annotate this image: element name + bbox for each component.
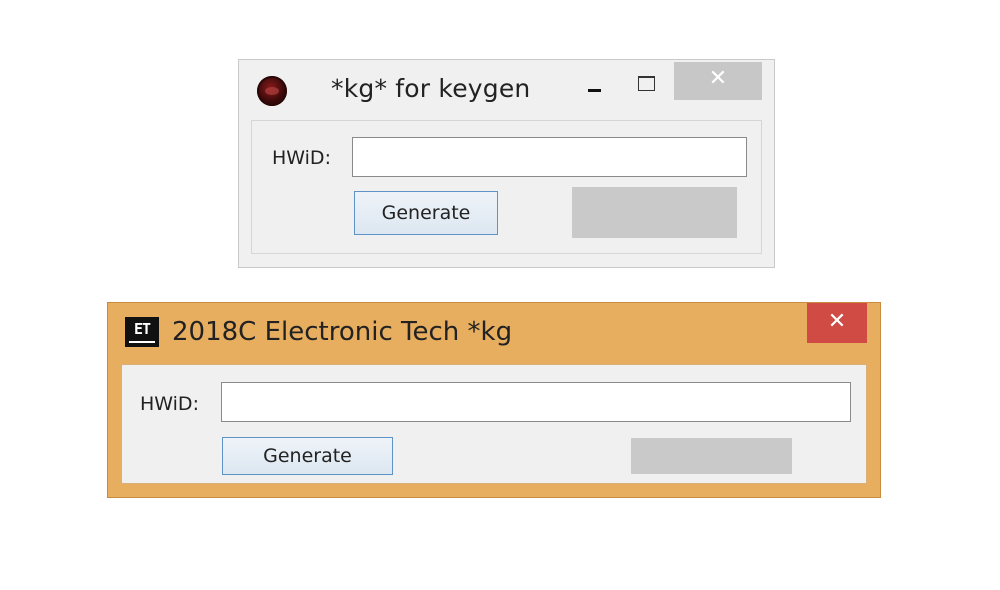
close-button[interactable]: ✕ (674, 62, 762, 100)
hwid-input[interactable] (352, 137, 747, 177)
close-button[interactable]: ✕ (807, 303, 867, 343)
app-icon (257, 76, 287, 106)
client-area: HWiD: Generate (121, 364, 867, 484)
et-logo-icon: ET (125, 317, 159, 347)
close-icon: ✕ (708, 66, 728, 91)
output-box (572, 187, 737, 238)
hwid-label: HWiD: (272, 147, 331, 169)
window-title: 2018C Electronic Tech *kg (172, 317, 513, 347)
et-logo-text: ET (133, 320, 151, 338)
output-box (631, 438, 792, 474)
hwid-label: HWiD: (140, 393, 199, 415)
generate-button[interactable]: Generate (222, 437, 393, 475)
keygen-window: *kg* for keygen ✕ HWiD: Generate (238, 59, 775, 268)
desktop: *kg* for keygen ✕ HWiD: Generate ET 2018… (0, 0, 1000, 590)
title-bar[interactable]: *kg* for keygen ✕ (239, 60, 774, 114)
close-icon: ✕ (827, 309, 847, 334)
maximize-button[interactable] (635, 74, 663, 100)
minimize-button[interactable] (581, 76, 609, 102)
hwid-input[interactable] (221, 382, 851, 422)
client-area: HWiD: Generate (251, 120, 762, 254)
generate-button[interactable]: Generate (354, 191, 498, 235)
window-title: *kg* for keygen (331, 74, 531, 103)
et-keygen-window: ET 2018C Electronic Tech *kg ✕ HWiD: Gen… (107, 302, 881, 498)
